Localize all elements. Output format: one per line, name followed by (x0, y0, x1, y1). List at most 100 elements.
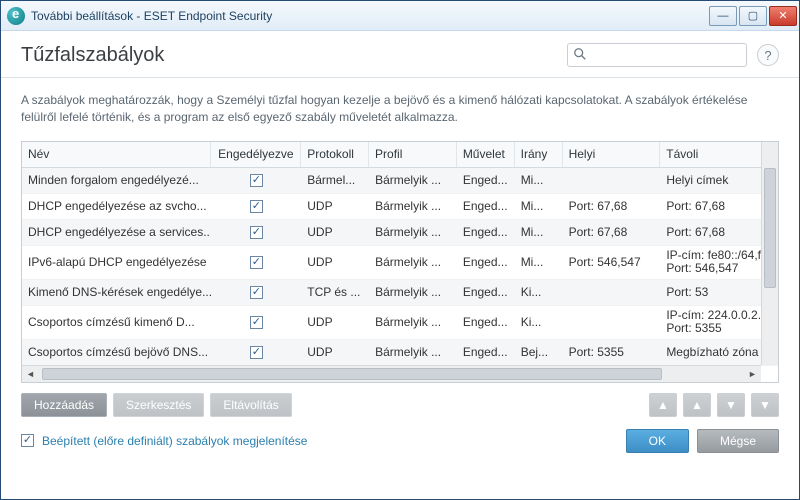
dialog-footer: Beépített (előre definiált) szabályok me… (1, 423, 799, 465)
cell-name: Csoportos címzésű kimenő D... (22, 306, 211, 339)
window-title: További beállítások - ESET Endpoint Secu… (31, 9, 707, 23)
vertical-scrollbar[interactable] (761, 142, 778, 365)
col-name[interactable]: Név (22, 142, 211, 167)
scroll-left-icon[interactable]: ◄ (23, 367, 38, 382)
col-enabled[interactable]: Engedélyezve (211, 142, 301, 167)
table-row[interactable]: IPv6-alapú DHCP engedélyezéseUDPBármelyi… (22, 246, 778, 280)
col-action[interactable]: Művelet (457, 142, 515, 167)
cell-direction: Ki... (515, 306, 563, 339)
enabled-checkbox[interactable] (250, 200, 263, 213)
search-icon (573, 47, 587, 61)
table-row[interactable]: Kimenő DNS-kérések engedélye... TCP és ..… (22, 280, 778, 306)
table-toolbar: Hozzáadás Szerkesztés Eltávolítás ▲ ▲ ▼ … (1, 383, 799, 423)
cell-enabled (211, 194, 301, 219)
col-protocol[interactable]: Protokoll (301, 142, 369, 167)
table-row[interactable]: Csoportos címzésű bejövő DNS... UDPBármel… (22, 340, 778, 366)
cell-profile: Bármelyik ... (369, 194, 457, 219)
cell-direction: Mi... (515, 168, 563, 193)
cell-profile: Bármelyik ... (369, 246, 457, 279)
cell-action: Enged... (457, 194, 515, 219)
close-button[interactable]: ✕ (769, 6, 797, 26)
cell-action: Enged... (457, 306, 515, 339)
cell-profile: Bármelyik ... (369, 306, 457, 339)
remove-button[interactable]: Eltávolítás (210, 393, 291, 417)
cell-action: Enged... (457, 168, 515, 193)
col-direction[interactable]: Irány (515, 142, 563, 167)
app-window: További beállítások - ESET Endpoint Secu… (0, 0, 800, 500)
horizontal-scrollbar[interactable]: ◄ ► (22, 365, 761, 382)
cell-action: Enged... (457, 220, 515, 245)
cell-protocol: UDP (301, 220, 369, 245)
enabled-checkbox[interactable] (250, 286, 263, 299)
enabled-checkbox[interactable] (250, 316, 263, 329)
cell-profile: Bármelyik ... (369, 280, 457, 305)
titlebar: További beállítások - ESET Endpoint Secu… (1, 1, 799, 31)
cell-enabled (211, 306, 301, 339)
page-header: Tűzfalszabályok ? (1, 31, 799, 78)
cell-protocol: UDP (301, 340, 369, 365)
enabled-checkbox[interactable] (250, 226, 263, 239)
cell-name: IPv6-alapú DHCP engedélyezése (22, 246, 211, 279)
scroll-thumb[interactable] (764, 168, 776, 288)
cell-profile: Bármelyik ... (369, 168, 457, 193)
cell-profile: Bármelyik ... (369, 340, 457, 365)
col-profile[interactable]: Profil (369, 142, 457, 167)
table-body: Minden forgalom engedélyezé...Bármel...B… (22, 168, 778, 383)
cell-direction: Mi... (515, 194, 563, 219)
cell-name: DHCP engedélyezése az svcho... (22, 194, 211, 219)
cell-enabled (211, 220, 301, 245)
edit-button[interactable]: Szerkesztés (113, 393, 204, 417)
cell-action: Enged... (457, 246, 515, 279)
scroll-thumb[interactable] (42, 368, 662, 380)
cell-action: Enged... (457, 280, 515, 305)
cell-protocol: UDP (301, 194, 369, 219)
cell-profile: Bármelyik ... (369, 220, 457, 245)
table-header: Név Engedélyezve Protokoll Profil Művele… (22, 142, 778, 168)
move-up-button[interactable]: ▲ (683, 393, 711, 417)
cell-local: Port: 67,68 (563, 220, 661, 245)
scroll-right-icon[interactable]: ► (745, 367, 760, 382)
page-description: A szabályok meghatározzák, hogy a Személ… (1, 78, 799, 141)
help-button[interactable]: ? (757, 44, 779, 66)
ok-button[interactable]: OK (626, 429, 689, 453)
table-row[interactable]: DHCP engedélyezése az svcho... UDPBármely… (22, 194, 778, 220)
move-bottom-button[interactable]: ▼ (751, 393, 779, 417)
cancel-button[interactable]: Mégse (697, 429, 779, 453)
cell-name: Minden forgalom engedélyezé... (22, 168, 211, 193)
search-input[interactable] (567, 43, 747, 67)
table-row[interactable]: Minden forgalom engedélyezé...Bármel...B… (22, 168, 778, 194)
cell-protocol: TCP és ... (301, 280, 369, 305)
enabled-checkbox[interactable] (250, 256, 263, 269)
cell-protocol: UDP (301, 306, 369, 339)
cell-name: Kimenő DNS-kérések engedélye... (22, 280, 211, 305)
cell-name: DHCP engedélyezése a services.... (22, 220, 211, 245)
move-top-button[interactable]: ▲ (649, 393, 677, 417)
cell-local: Port: 546,547 (563, 246, 661, 279)
cell-direction: Ki... (515, 280, 563, 305)
enabled-checkbox[interactable] (250, 174, 263, 187)
minimize-button[interactable]: — (709, 6, 737, 26)
add-button[interactable]: Hozzáadás (21, 393, 107, 417)
table-row[interactable]: Csoportos címzésű kimenő D... UDPBármelyi… (22, 306, 778, 340)
cell-enabled (211, 168, 301, 193)
cell-local (563, 306, 661, 339)
cell-local (563, 280, 661, 305)
show-builtin-checkbox[interactable] (21, 434, 34, 447)
cell-direction: Mi... (515, 246, 563, 279)
cell-enabled (211, 340, 301, 365)
move-down-button[interactable]: ▼ (717, 393, 745, 417)
show-builtin-label: Beépített (előre definiált) szabályok me… (42, 434, 307, 448)
cell-local (563, 168, 661, 193)
cell-action: Enged... (457, 340, 515, 365)
cell-name: Csoportos címzésű bejövő DNS... (22, 340, 211, 365)
table-row[interactable]: DHCP engedélyezése a services.... UDPBárm… (22, 220, 778, 246)
cell-direction: Bej... (515, 340, 563, 365)
page-title: Tűzfalszabályok (21, 44, 557, 67)
col-local[interactable]: Helyi (563, 142, 661, 167)
app-icon (7, 7, 25, 25)
cell-enabled (211, 280, 301, 305)
cell-enabled (211, 246, 301, 279)
enabled-checkbox[interactable] (250, 346, 263, 359)
cell-local: Port: 5355 (563, 340, 661, 365)
maximize-button[interactable]: ▢ (739, 6, 767, 26)
